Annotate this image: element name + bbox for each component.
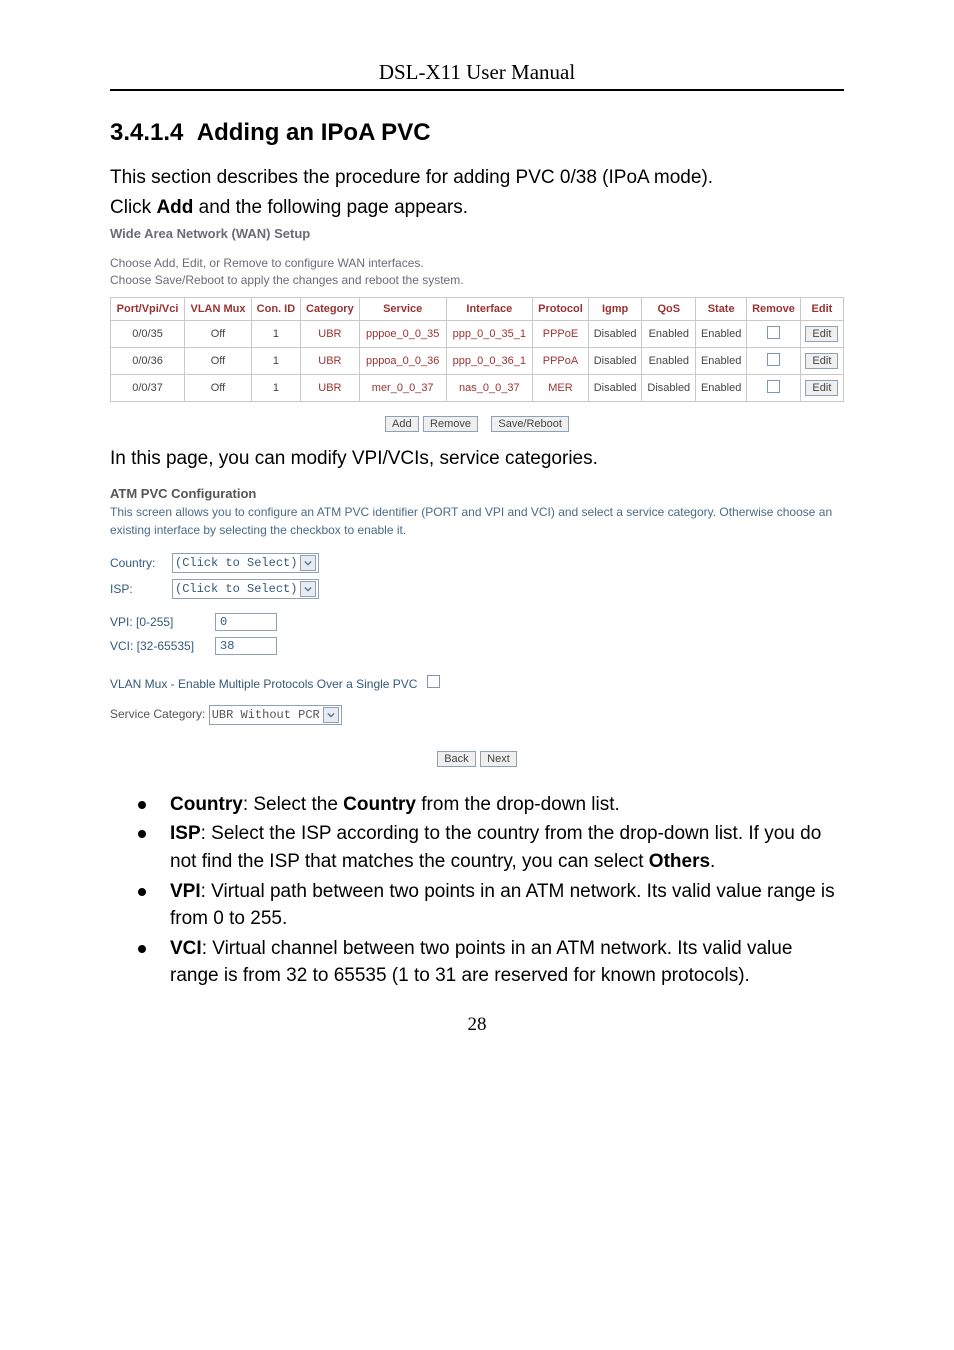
add-button[interactable]: Add: [385, 416, 419, 432]
intro-paragraph-1: This section describes the procedure for…: [110, 165, 844, 191]
edit-button[interactable]: Edit: [805, 326, 838, 342]
section-number: 3.4.1.4: [110, 119, 183, 146]
bullet-vci: VCI: Virtual channel between two points …: [150, 935, 844, 990]
intro-paragraph-2: Click Add and the following page appears…: [110, 195, 844, 221]
field-description-list: Country: Select the Country from the dro…: [110, 791, 844, 990]
isp-select[interactable]: (Click to Select): [172, 579, 319, 599]
col-port: Port/Vpi/Vci: [111, 297, 185, 320]
wan-instruction: Choose Add, Edit, or Remove to configure…: [110, 255, 844, 289]
table-header-row: Port/Vpi/Vci VLAN Mux Con. ID Category S…: [111, 297, 844, 320]
vci-label: VCI: [32-65535]: [110, 639, 215, 653]
col-vlanmux: VLAN Mux: [185, 297, 252, 320]
vci-input[interactable]: 38: [215, 637, 277, 655]
save-reboot-button[interactable]: Save/Reboot: [491, 416, 569, 432]
edit-button[interactable]: Edit: [805, 380, 838, 396]
bullet-isp: ISP: Select the ISP according to the cou…: [150, 820, 844, 875]
vlan-mux-label: VLAN Mux - Enable Multiple Protocols Ove…: [110, 677, 417, 691]
atm-config-description: This screen allows you to configure an A…: [110, 503, 844, 539]
col-edit: Edit: [800, 297, 843, 320]
table-row: 0/0/35 Off 1 UBR pppoe_0_0_35 ppp_0_0_35…: [111, 320, 844, 347]
col-state: State: [696, 297, 747, 320]
next-button[interactable]: Next: [480, 751, 517, 767]
running-head: DSL-X11 User Manual: [110, 60, 844, 91]
service-category-label: Service Category:: [110, 707, 205, 721]
back-button[interactable]: Back: [437, 751, 475, 767]
isp-row: ISP: (Click to Select): [110, 579, 844, 599]
col-remove: Remove: [747, 297, 801, 320]
section-title: Adding an IPoA PVC: [197, 119, 431, 146]
chevron-down-icon: [323, 707, 339, 723]
table-row: 0/0/36 Off 1 UBR pppoa_0_0_36 ppp_0_0_36…: [111, 347, 844, 374]
vpi-label: VPI: [0-255]: [110, 615, 215, 629]
atm-config-title: ATM PVC Configuration: [110, 486, 844, 501]
country-select[interactable]: (Click to Select): [172, 553, 319, 573]
col-service: Service: [359, 297, 446, 320]
page-number: 28: [110, 1014, 844, 1036]
remove-button[interactable]: Remove: [423, 416, 478, 432]
country-row: Country: (Click to Select): [110, 553, 844, 573]
wan-setup-title: Wide Area Network (WAN) Setup: [110, 226, 844, 241]
wan-interfaces-table: Port/Vpi/Vci VLAN Mux Con. ID Category S…: [110, 297, 844, 402]
service-category-select[interactable]: UBR Without PCR: [209, 705, 342, 725]
country-label: Country:: [110, 556, 172, 570]
bullet-vpi: VPI: Virtual path between two points in …: [150, 878, 844, 933]
edit-button[interactable]: Edit: [805, 353, 838, 369]
col-igmp: Igmp: [588, 297, 642, 320]
isp-label: ISP:: [110, 582, 172, 596]
vpi-input[interactable]: 0: [215, 613, 277, 631]
wan-button-row: Add Remove Save/Reboot: [110, 414, 844, 432]
chevron-down-icon: [300, 581, 316, 597]
mid-description: In this page, you can modify VPI/VCIs, s…: [110, 448, 844, 470]
col-interface: Interface: [446, 297, 533, 320]
col-category: Category: [300, 297, 359, 320]
chevron-down-icon: [300, 555, 316, 571]
service-category-row: Service Category: UBR Without PCR: [110, 705, 844, 725]
remove-checkbox[interactable]: [767, 326, 780, 339]
vlan-mux-row: VLAN Mux - Enable Multiple Protocols Ove…: [110, 675, 844, 691]
col-qos: QoS: [642, 297, 696, 320]
bullet-country: Country: Select the Country from the dro…: [150, 791, 844, 819]
col-conid: Con. ID: [251, 297, 300, 320]
section-heading: 3.4.1.4 Adding an IPoA PVC: [110, 119, 844, 147]
remove-checkbox[interactable]: [767, 380, 780, 393]
table-row: 0/0/37 Off 1 UBR mer_0_0_37 nas_0_0_37 M…: [111, 374, 844, 401]
nav-button-row: Back Next: [110, 749, 844, 767]
vpi-row: VPI: [0-255] 0: [110, 613, 844, 631]
vlan-mux-checkbox[interactable]: [427, 675, 440, 688]
vci-row: VCI: [32-65535] 38: [110, 637, 844, 655]
remove-checkbox[interactable]: [767, 353, 780, 366]
col-protocol: Protocol: [533, 297, 589, 320]
